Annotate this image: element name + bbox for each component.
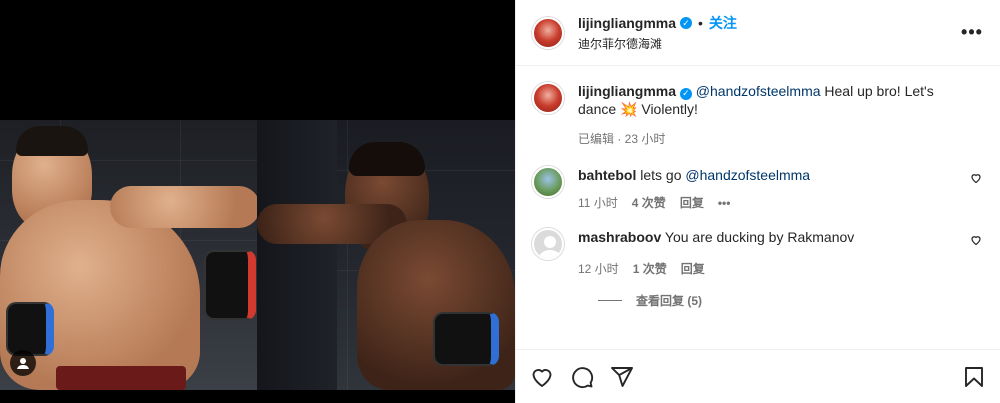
author-avatar[interactable]	[532, 16, 564, 49]
comment-text: You are ducking by Rakmanov	[661, 229, 855, 245]
comment-time[interactable]: 11 小时	[578, 194, 618, 212]
view-replies-label[interactable]: 查看回复 (5)	[636, 292, 702, 309]
comment-username[interactable]: mashraboov	[578, 229, 661, 245]
comment-reply-button[interactable]: 回复	[680, 194, 704, 212]
view-replies-button[interactable]: 查看回复 (5)	[598, 292, 984, 309]
post-dialog: lijingliangmma ✓ • 关注 迪尔菲尔德海滩 ••• lijing…	[0, 0, 1000, 403]
caption-row: lijingliangmma ✓ @handzofsteelmma Heal u…	[532, 82, 984, 148]
post-side-panel: lijingliangmma ✓ • 关注 迪尔菲尔德海滩 ••• lijing…	[515, 0, 1000, 403]
photo-left-fighter	[0, 120, 257, 390]
comment-avatar[interactable]	[532, 228, 564, 260]
user-tag-icon[interactable]	[10, 350, 36, 376]
comments-list: lijingliangmma ✓ @handzofsteelmma Heal u…	[516, 66, 1000, 349]
comment-row: mashraboov You are ducking by Rakmanov 1…	[532, 228, 984, 278]
comment-likes-count[interactable]: 1 次赞	[633, 260, 667, 278]
share-icon[interactable]	[610, 365, 634, 389]
comment-more-icon[interactable]: •••	[718, 194, 731, 212]
separator-dot: •	[698, 15, 703, 31]
comment-like-heart-icon[interactable]	[970, 172, 982, 184]
caption-edited-time: 已编辑 · 23 小时	[578, 132, 666, 146]
verified-badge-icon: ✓	[679, 87, 692, 100]
post-media[interactable]	[0, 0, 515, 403]
post-location[interactable]: 迪尔菲尔德海滩	[578, 35, 960, 52]
comment-avatar[interactable]	[532, 166, 564, 198]
caption-avatar[interactable]	[532, 82, 564, 114]
author-username[interactable]: lijingliangmma	[578, 15, 676, 31]
comment-text: lets go	[636, 167, 686, 183]
follow-button[interactable]: 关注	[709, 13, 737, 33]
bookmark-icon[interactable]	[962, 365, 986, 389]
post-header: lijingliangmma ✓ • 关注 迪尔菲尔德海滩 •••	[516, 0, 1000, 66]
comment-mention-link[interactable]: @handzofsteelmma	[685, 167, 810, 183]
comment-row: bahtebol lets go @handzofsteelmma 11 小时 …	[532, 166, 984, 212]
comment-time[interactable]: 12 小时	[578, 260, 619, 278]
comment-username[interactable]: bahtebol	[578, 167, 636, 183]
photo-right-fighter	[257, 120, 515, 390]
caption-username[interactable]: lijingliangmma	[578, 83, 676, 99]
verified-badge-icon: ✓	[680, 17, 693, 29]
replies-divider-line	[598, 300, 622, 301]
comment-reply-button[interactable]: 回复	[681, 260, 705, 278]
more-options-icon[interactable]: •••	[960, 21, 984, 45]
comment-like-heart-icon[interactable]	[970, 234, 982, 246]
heart-icon[interactable]	[530, 365, 554, 389]
comment-likes-count[interactable]: 4 次赞	[632, 194, 666, 212]
comment-icon[interactable]	[570, 365, 594, 389]
caption-mention-link[interactable]: @handzofsteelmma	[696, 83, 821, 99]
post-action-bar	[516, 349, 1000, 403]
